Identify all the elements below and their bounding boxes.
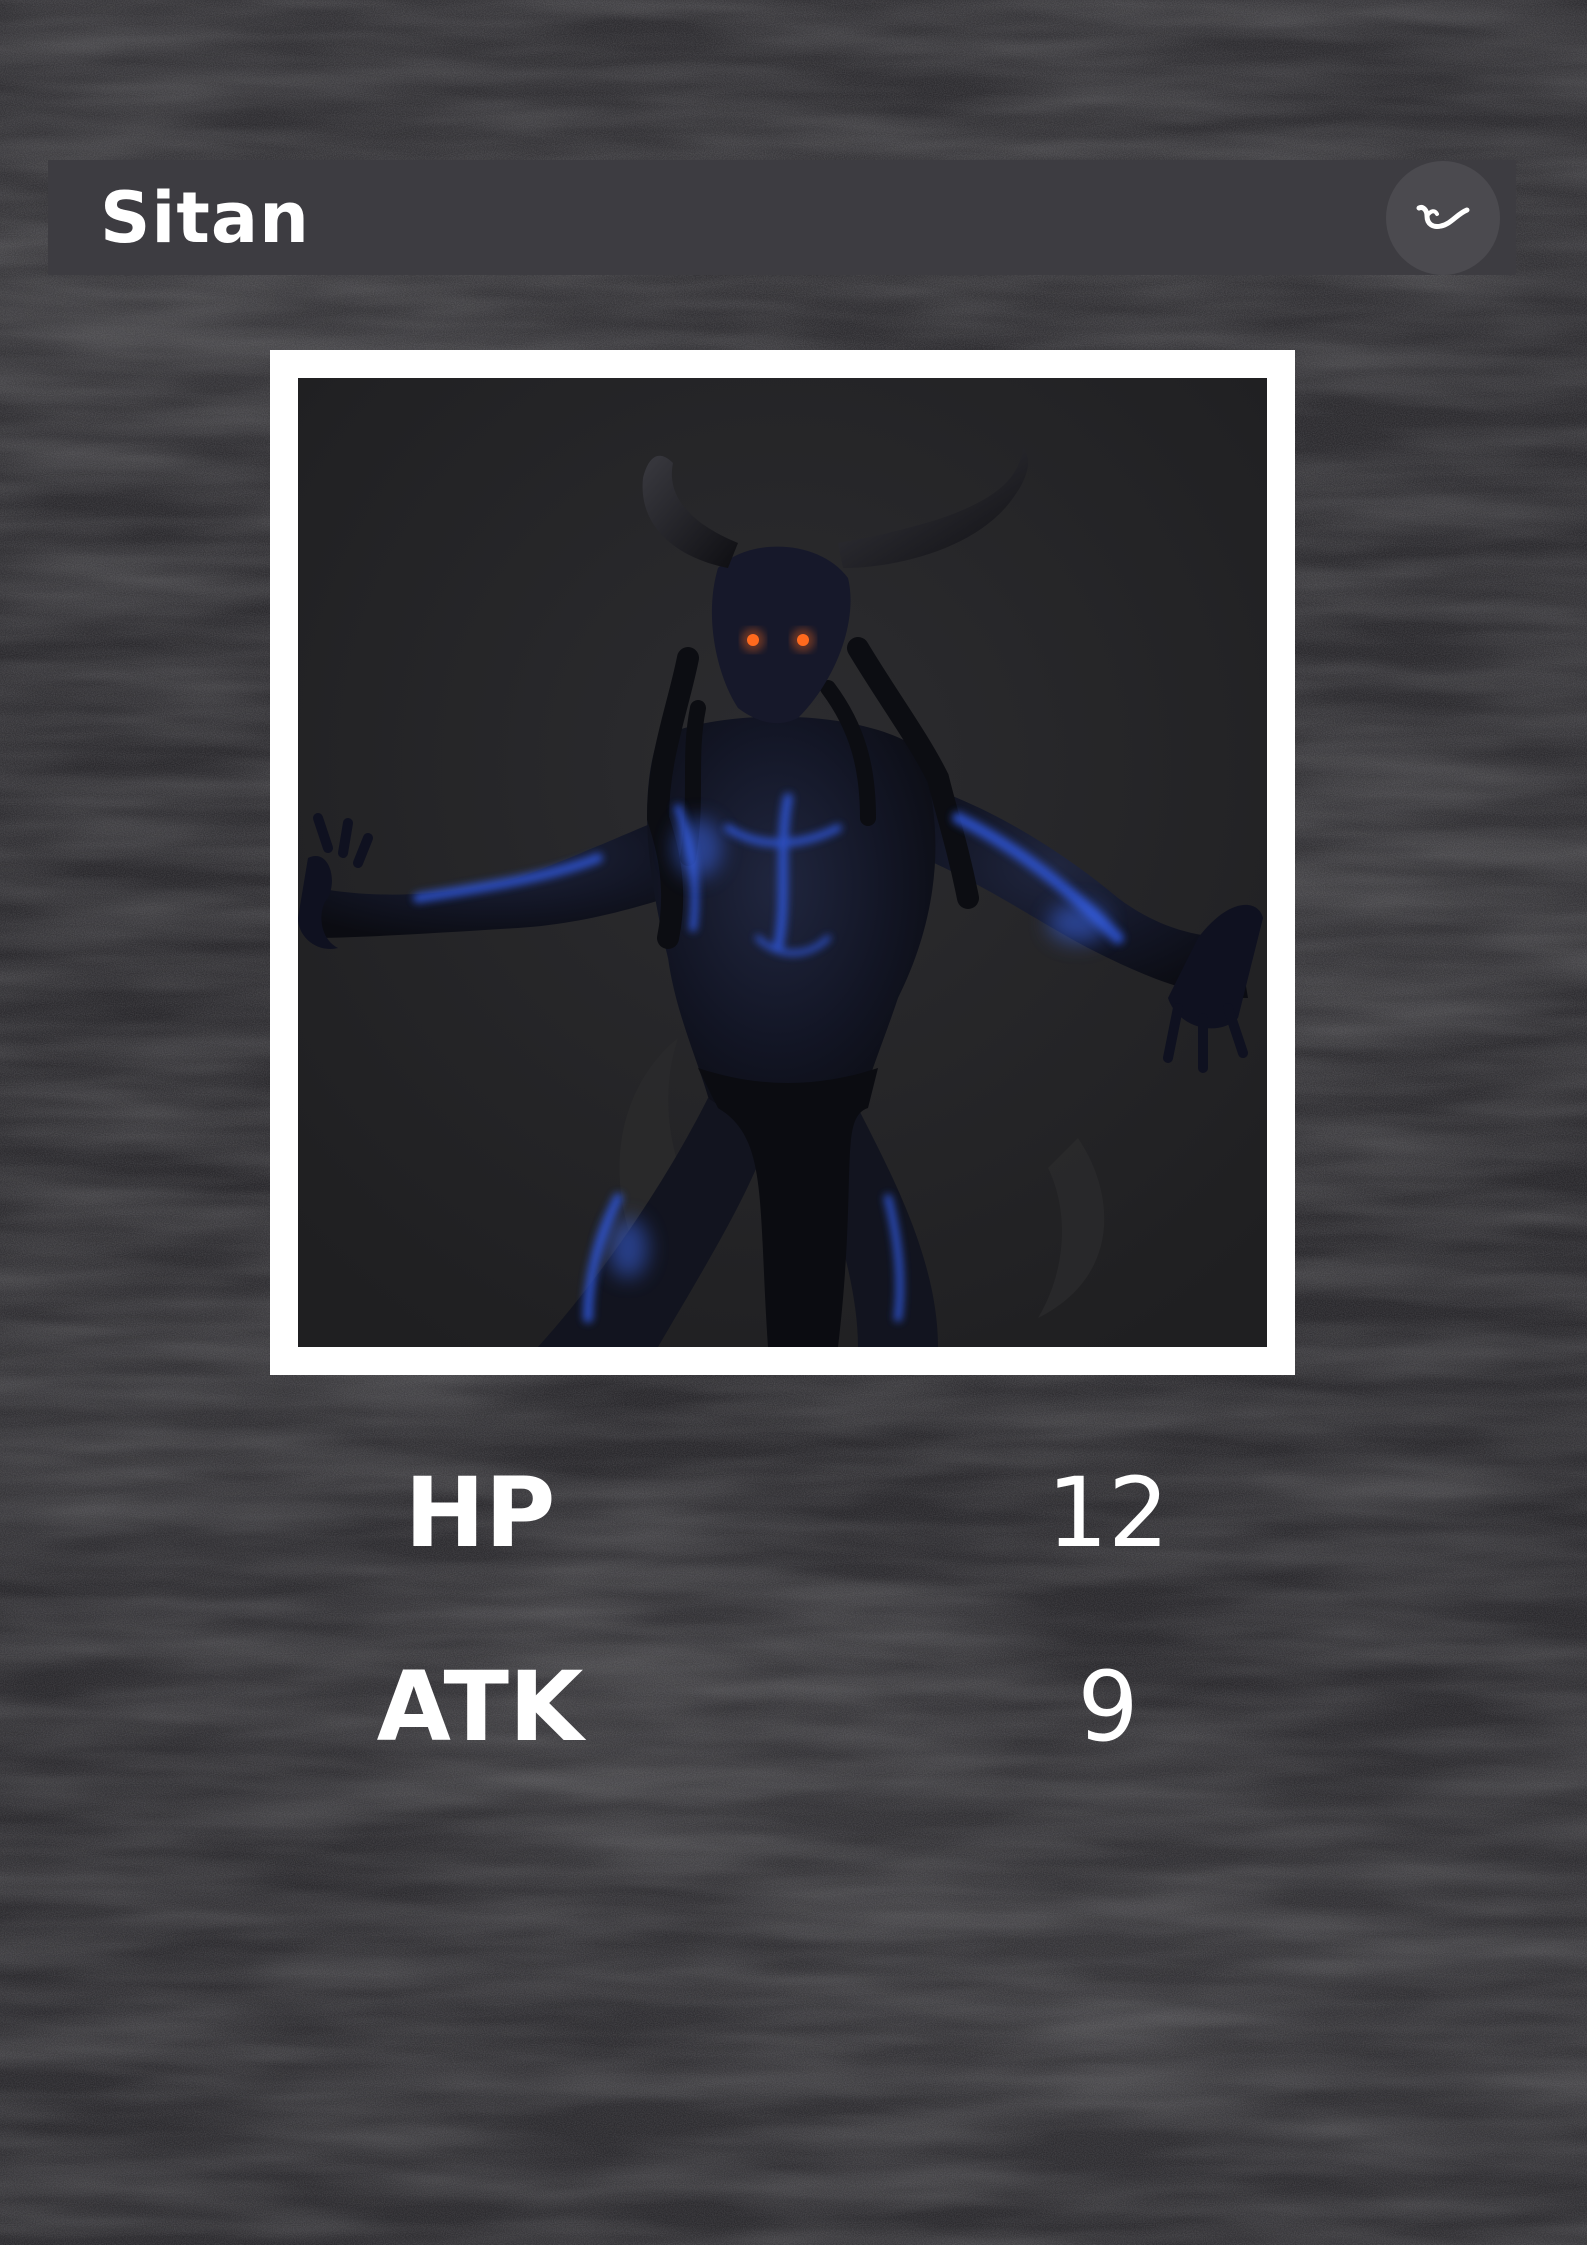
hp-label: HP — [404, 1457, 556, 1569]
card-title-bar: Sitan — [48, 160, 1516, 275]
horned-demon-portrait — [298, 378, 1267, 1347]
atk-label: ATK — [376, 1651, 584, 1763]
stat-row-hp: HP 12 — [270, 1458, 1295, 1568]
element-badge[interactable] — [1386, 160, 1500, 275]
card-name: Sitan — [100, 176, 310, 259]
hp-value: 12 — [1046, 1457, 1170, 1569]
horned-swirl-icon — [1416, 204, 1470, 229]
stat-row-atk: ATK 9 — [270, 1652, 1295, 1762]
atk-value: 9 — [1077, 1651, 1139, 1763]
portrait-frame — [270, 350, 1295, 1375]
